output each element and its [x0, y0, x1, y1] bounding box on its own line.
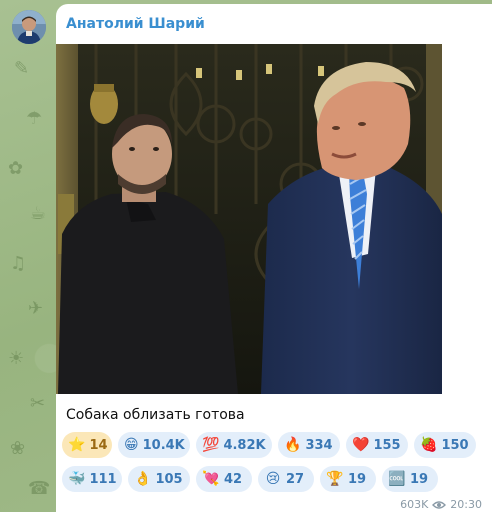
- fire-icon: 🔥: [284, 437, 302, 453]
- reaction-count: 10.4K: [142, 437, 185, 453]
- sender-name[interactable]: Анатолий Шарий: [66, 16, 205, 32]
- star-icon: ⭐: [68, 437, 86, 453]
- reaction-cool[interactable]: 🆒 19: [382, 466, 438, 492]
- cool-icon: 🆒: [388, 471, 406, 487]
- doodle-icon: ♫: [10, 253, 27, 274]
- doodle-icon: ☀: [8, 348, 25, 369]
- doodle-icon: ✂: [30, 393, 46, 414]
- reaction-crying[interactable]: 😢 27: [258, 466, 314, 492]
- reaction-hundred[interactable]: 💯 4.82K: [196, 432, 272, 458]
- reaction-count: 19: [410, 471, 429, 487]
- message-photo[interactable]: [56, 44, 442, 394]
- doodle-icon: ☕: [30, 203, 47, 224]
- reaction-count: 150: [441, 437, 469, 453]
- reaction-count: 27: [286, 471, 305, 487]
- reaction-count: 155: [373, 437, 401, 453]
- heart-icon: ❤️: [352, 437, 370, 453]
- reaction-whale[interactable]: 🐳 111: [62, 466, 122, 492]
- avatar-photo: [12, 10, 46, 44]
- trophy-icon: 🏆: [326, 471, 344, 487]
- doodle-icon: ☎: [28, 478, 51, 499]
- heart-arrow-icon: 💘: [202, 471, 220, 487]
- whale-icon: 🐳: [68, 471, 86, 487]
- message-caption: Собака облизать готова: [66, 407, 245, 423]
- grin-icon: 😁: [124, 437, 139, 453]
- reaction-count: 111: [89, 471, 117, 487]
- reaction-count: 334: [305, 437, 333, 453]
- strawberry-icon: 🍓: [420, 437, 438, 453]
- reaction-heart-arrow[interactable]: 💘 42: [196, 466, 252, 492]
- reaction-count: 4.82K: [223, 437, 266, 453]
- doodle-icon: ✈: [28, 298, 44, 319]
- doodle-icon: ✿: [8, 158, 24, 179]
- sender-avatar[interactable]: [12, 10, 46, 44]
- eye-icon: [432, 500, 447, 509]
- reaction-strawberry[interactable]: 🍓 150: [414, 432, 476, 458]
- reaction-count: 19: [348, 471, 367, 487]
- reaction-star[interactable]: ⭐ 14: [62, 432, 112, 458]
- doodle-icon: ✎: [14, 58, 30, 79]
- reaction-count: 105: [155, 471, 183, 487]
- reaction-grin[interactable]: 😁 10.4K: [118, 432, 190, 458]
- message-bubble[interactable]: Анатолий Шарий Собака облизать готова ⭐ …: [56, 4, 492, 512]
- doodle-icon: ❀: [10, 438, 26, 459]
- reaction-fire[interactable]: 🔥 334: [278, 432, 340, 458]
- reaction-ok-hand[interactable]: 👌 105: [128, 466, 190, 492]
- photo-image: [56, 44, 442, 394]
- hundred-icon: 💯: [202, 437, 220, 453]
- crying-face-icon: 😢: [265, 471, 281, 487]
- message-meta: 603K 20:30: [400, 498, 482, 511]
- views-count: 603K: [400, 498, 429, 511]
- reaction-count: 14: [89, 437, 108, 453]
- doodle-icon: ☂: [26, 108, 43, 129]
- ok-hand-icon: 👌: [134, 471, 152, 487]
- message-time: 20:30: [450, 498, 482, 511]
- reaction-heart[interactable]: ❤️ 155: [346, 432, 408, 458]
- reaction-count: 42: [224, 471, 243, 487]
- reaction-trophy[interactable]: 🏆 19: [320, 466, 376, 492]
